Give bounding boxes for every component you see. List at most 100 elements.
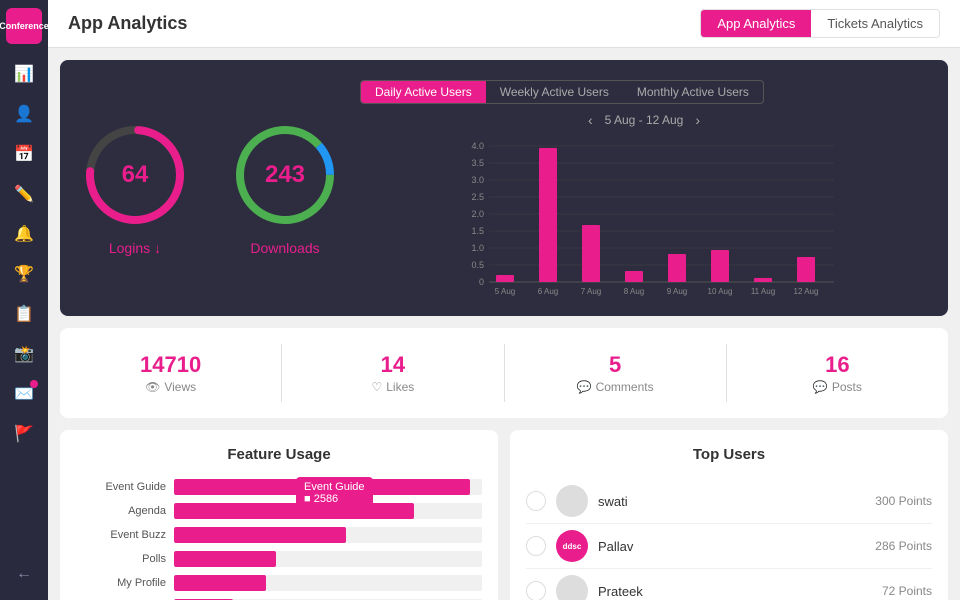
- sidebar-item-analytics[interactable]: 📊: [6, 56, 42, 92]
- logins-circle: 64: [80, 120, 190, 230]
- sidebar-item-mail[interactable]: ✉️: [6, 376, 42, 412]
- likes-value: 14: [282, 352, 503, 378]
- views-value: 14710: [60, 352, 281, 378]
- top-users-panel: Top Users swati 300 Points ddsc Pallav 2…: [510, 430, 948, 600]
- avatar-pallav: ddsc: [556, 530, 588, 562]
- svg-text:6 Aug: 6 Aug: [538, 287, 558, 296]
- page-title: App Analytics: [68, 13, 187, 34]
- feature-row-event-buzz: Event Buzz: [76, 527, 482, 543]
- sidebar: Conference 📊 👤 📅 ✏️ 🔔 🏆 📋 📸 ✉️ 🚩 ←: [0, 0, 48, 600]
- feature-usage-panel: Feature Usage Event Guide ■ 2586 Event G…: [60, 430, 498, 600]
- svg-text:3.0: 3.0: [471, 175, 484, 185]
- feature-row-agenda: Agenda: [76, 503, 482, 519]
- svg-text:9 Aug: 9 Aug: [667, 287, 687, 296]
- tab-monthly[interactable]: Monthly Active Users: [623, 81, 763, 103]
- circles-section: 64 Logins ↓ 243: [80, 80, 340, 296]
- main-content: App Analytics App Analytics Tickets Anal…: [48, 0, 960, 600]
- feature-label-event-guide: Event Guide: [76, 481, 166, 493]
- svg-text:2.5: 2.5: [471, 192, 484, 202]
- sidebar-item-users[interactable]: 👤: [6, 96, 42, 132]
- chart-prev-button[interactable]: ‹: [588, 112, 593, 128]
- feature-label-agenda: Agenda: [76, 505, 166, 517]
- feature-tooltip: Event Guide ■ 2586: [296, 477, 373, 509]
- sidebar-item-gallery[interactable]: 📸: [6, 336, 42, 372]
- chart-date-range: 5 Aug - 12 Aug: [605, 113, 684, 127]
- svg-text:4.0: 4.0: [471, 141, 484, 151]
- top-users-title: Top Users: [526, 446, 932, 463]
- feature-bar-myprofile-container: [174, 575, 482, 591]
- sidebar-item-calendar[interactable]: 📅: [6, 136, 42, 172]
- rank-circle-pallav: [526, 536, 546, 556]
- user-row-swati: swati 300 Points: [526, 479, 932, 524]
- user-row-pallav: ddsc Pallav 286 Points: [526, 524, 932, 569]
- svg-text:12 Aug: 12 Aug: [794, 287, 819, 296]
- posts-label: 💬 Posts: [727, 380, 948, 394]
- svg-text:0: 0: [479, 277, 484, 287]
- content-area: 64 Logins ↓ 243: [48, 48, 960, 600]
- app-analytics-button[interactable]: App Analytics: [701, 10, 811, 37]
- feature-usage-list: Event Guide ■ 2586 Event Guide Agenda: [76, 479, 482, 600]
- user-name-swati: swati: [598, 494, 865, 509]
- feature-usage-title: Feature Usage: [76, 446, 482, 463]
- sidebar-item-trophy[interactable]: 🏆: [6, 256, 42, 292]
- avatar-swati: [556, 485, 588, 517]
- tab-daily[interactable]: Daily Active Users: [361, 81, 486, 103]
- header-buttons: App Analytics Tickets Analytics: [700, 9, 940, 38]
- user-points-swati: 300 Points: [875, 494, 932, 508]
- logins-value: 64: [122, 161, 149, 189]
- downloads-value: 243: [265, 161, 305, 189]
- user-row-prateek: Prateek 72 Points: [526, 569, 932, 600]
- chart-section: Daily Active Users Weekly Active Users M…: [360, 80, 928, 296]
- sidebar-item-list[interactable]: 📋: [6, 296, 42, 332]
- app-logo: Conference: [6, 8, 42, 44]
- svg-text:2.0: 2.0: [471, 209, 484, 219]
- sidebar-item-notifications[interactable]: 🔔: [6, 216, 42, 252]
- download-icon: ↓: [154, 240, 161, 256]
- stat-posts: 16 💬 Posts: [727, 344, 948, 402]
- svg-text:1.0: 1.0: [471, 243, 484, 253]
- likes-label: ♡ Likes: [282, 380, 503, 394]
- svg-text:1.5: 1.5: [471, 226, 484, 236]
- svg-text:3.5: 3.5: [471, 158, 484, 168]
- svg-text:0.5: 0.5: [471, 260, 484, 270]
- posts-value: 16: [727, 352, 948, 378]
- feature-row-event-guide: Event Guide: [76, 479, 482, 495]
- tickets-analytics-button[interactable]: Tickets Analytics: [811, 10, 939, 37]
- downloads-circle: 243: [230, 120, 340, 230]
- feature-bar-polls-container: [174, 551, 482, 567]
- sidebar-item-flag[interactable]: 🚩: [6, 416, 42, 452]
- logins-circle-item: 64 Logins ↓: [80, 120, 190, 256]
- user-points-prateek: 72 Points: [882, 584, 932, 598]
- tab-weekly[interactable]: Weekly Active Users: [486, 81, 623, 103]
- posts-icon: 💬: [813, 380, 828, 394]
- views-label: 👁 Views: [60, 380, 281, 394]
- bar-chart: 4.0 3.5 3.0 2.5 2.0 1.5 1.0 0.5 0 5 Aug: [360, 136, 928, 296]
- user-name-pallav: Pallav: [598, 539, 865, 554]
- analytics-panel: 64 Logins ↓ 243: [60, 60, 948, 316]
- chart-next-button[interactable]: ›: [695, 112, 700, 128]
- feature-label-event-buzz: Event Buzz: [76, 529, 166, 541]
- svg-text:8 Aug: 8 Aug: [624, 287, 644, 296]
- stats-bar: 14710 👁 Views 14 ♡ Likes 5 💬 Comments: [60, 328, 948, 418]
- downloads-label: Downloads: [250, 240, 319, 256]
- feature-bar-myprofile: [174, 575, 266, 591]
- chart-wrapper: 4.0 3.5 3.0 2.5 2.0 1.5 1.0 0.5 0 5 Aug: [360, 136, 928, 296]
- sidebar-item-back[interactable]: ←: [6, 556, 42, 592]
- feature-bar-event-buzz: [174, 527, 346, 543]
- comments-value: 5: [505, 352, 726, 378]
- svg-text:7 Aug: 7 Aug: [581, 287, 601, 296]
- feature-row-myprofile: My Profile: [76, 575, 482, 591]
- likes-icon: ♡: [371, 380, 382, 394]
- feature-bar-event-buzz-container: [174, 527, 482, 543]
- stat-likes: 14 ♡ Likes: [282, 344, 504, 402]
- stat-comments: 5 💬 Comments: [505, 344, 727, 402]
- avatar-prateek: [556, 575, 588, 600]
- feature-label-polls: Polls: [76, 553, 166, 565]
- comments-icon: 💬: [577, 380, 592, 394]
- rank-circle-prateek: [526, 581, 546, 600]
- rank-circle-swati: [526, 491, 546, 511]
- feature-row-polls: Polls: [76, 551, 482, 567]
- chart-tabs: Daily Active Users Weekly Active Users M…: [360, 80, 764, 104]
- top-users-list: swati 300 Points ddsc Pallav 286 Points …: [526, 479, 932, 600]
- sidebar-item-edit[interactable]: ✏️: [6, 176, 42, 212]
